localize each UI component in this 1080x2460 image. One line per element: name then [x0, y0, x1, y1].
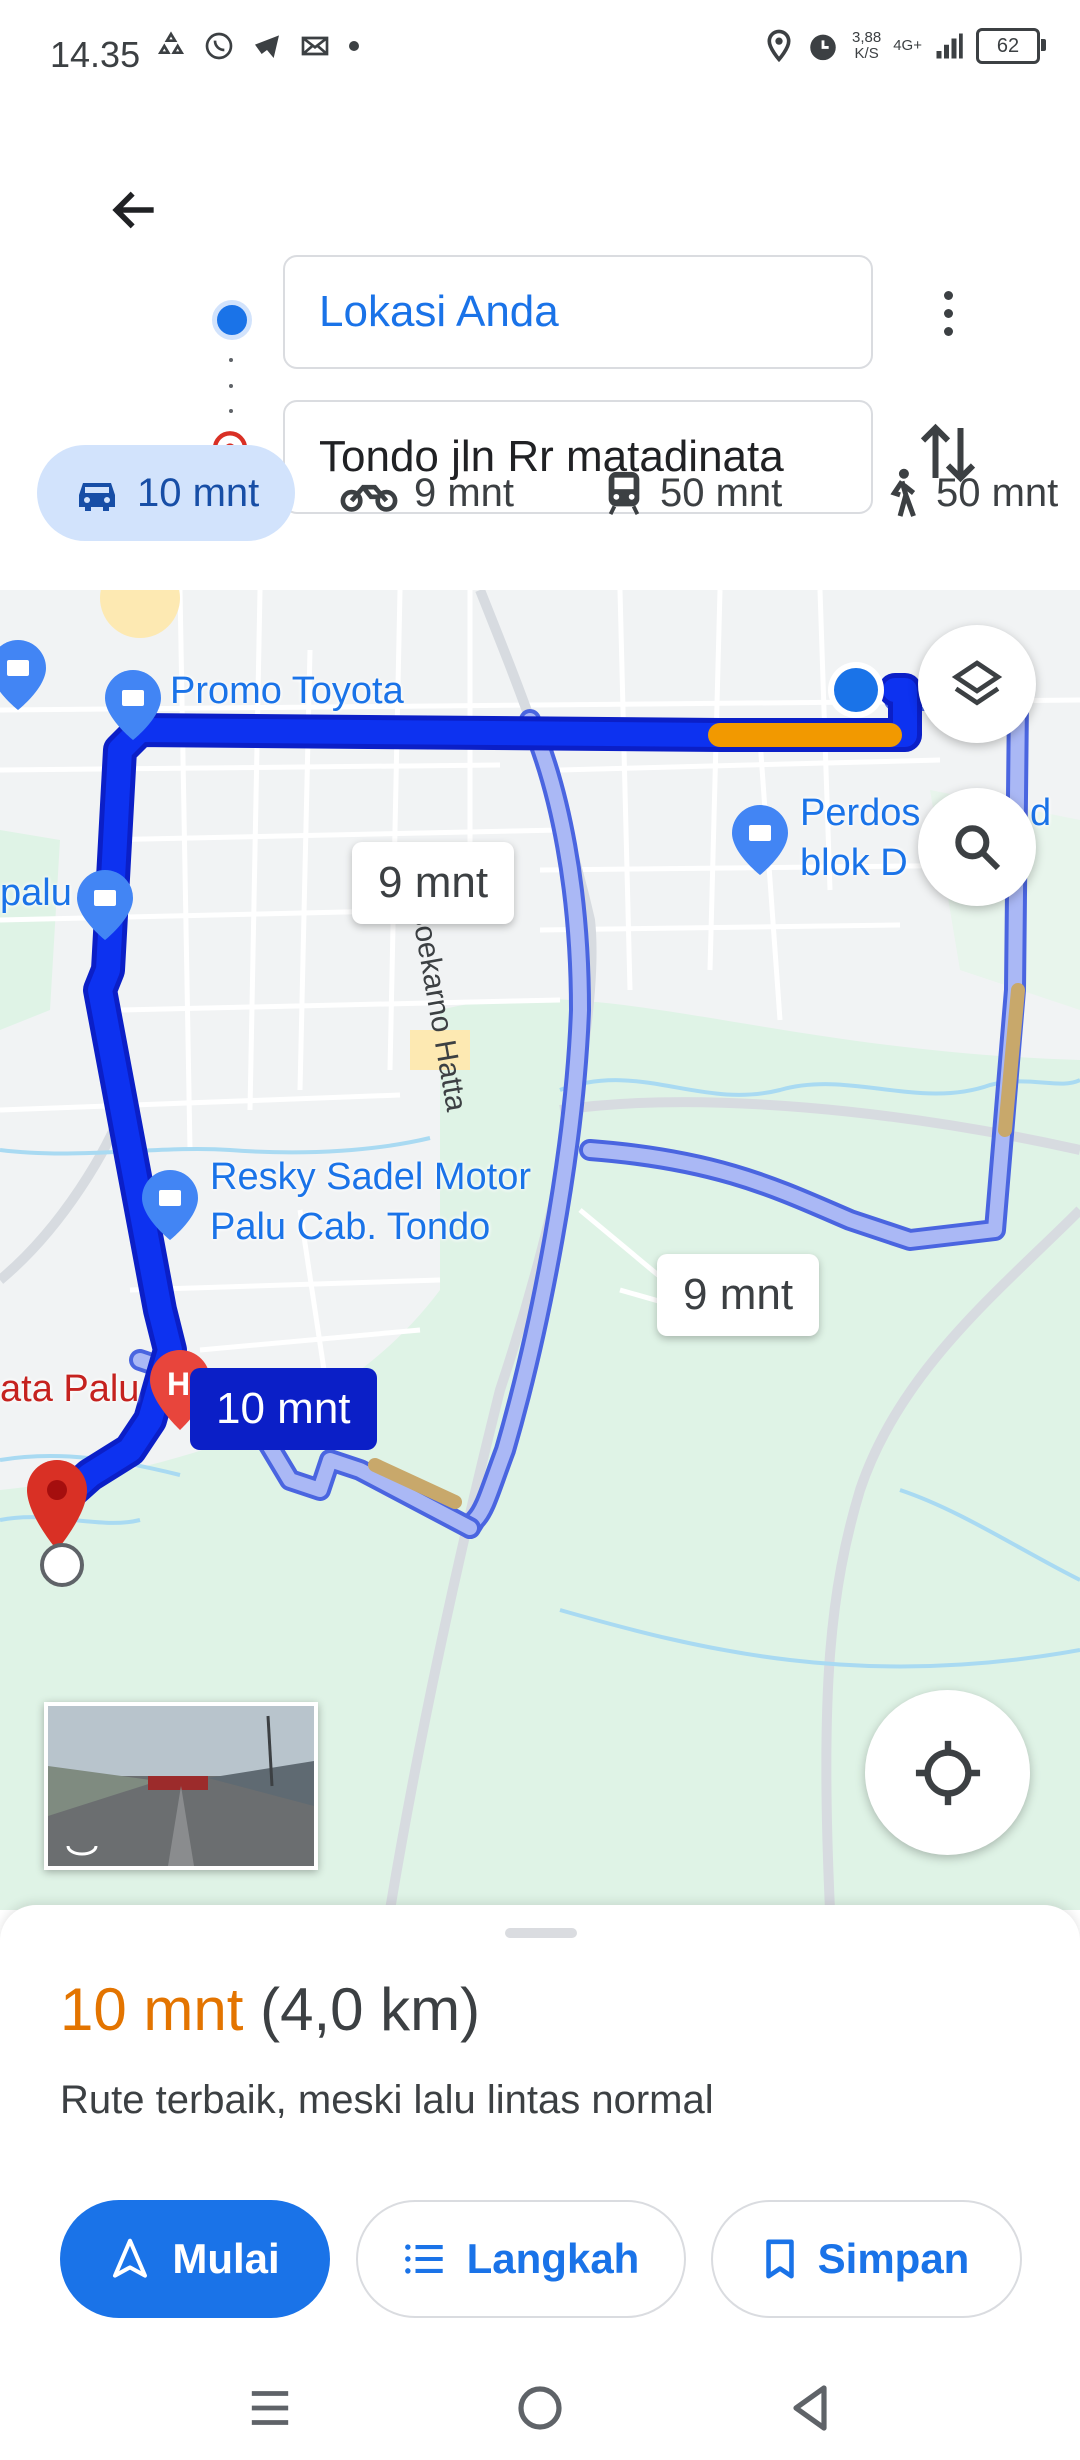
network-type: 4G+	[893, 37, 922, 54]
nav-menu-button[interactable]	[240, 2378, 300, 2438]
speed-unit: K/S	[854, 45, 879, 62]
start-label: Mulai	[172, 2235, 280, 2282]
mail-icon	[301, 36, 329, 56]
mode-tab-motorcycle[interactable]: 9 mnt	[340, 445, 514, 541]
transit-icon	[608, 471, 640, 515]
telegram-icon	[255, 35, 279, 58]
route-bubble-alt-1[interactable]: 9 mnt	[352, 842, 515, 924]
mode-label: 50 mnt	[660, 470, 783, 515]
route-dots-icon	[229, 358, 233, 413]
bookmark-icon	[765, 2239, 794, 2279]
map-view[interactable]: H Promo Toyota palu Perdos d blok D Resk…	[0, 590, 1080, 1910]
speed-value: 3,88	[852, 29, 882, 46]
more-options-button[interactable]	[930, 278, 966, 348]
mode-label: 50 mnt	[936, 470, 1059, 515]
recycle-icon	[157, 31, 185, 54]
signal-icon	[936, 33, 963, 59]
route-duration: 10 mnt	[60, 1976, 244, 2043]
mode-label: 9 mnt	[414, 470, 515, 515]
save-label: Simpan	[817, 2235, 970, 2282]
nav-home-button[interactable]	[510, 2378, 570, 2438]
steps-button[interactable]: Langkah	[356, 2200, 686, 2318]
search-icon	[955, 825, 1001, 871]
motorcycle-icon	[340, 484, 398, 512]
walk-icon	[890, 468, 916, 517]
alarm-icon	[810, 34, 836, 61]
home-circle-icon	[518, 2386, 562, 2430]
system-navigation-bar	[0, 2350, 1080, 2460]
route-summary: 10 mnt (4,0 km)	[60, 1975, 480, 2044]
route-distance: (4,0 km)	[260, 1976, 481, 2043]
poi-label-perdos[interactable]: Perdos	[800, 792, 920, 835]
back-button[interactable]	[100, 175, 170, 245]
my-location-button[interactable]	[865, 1690, 1030, 1855]
steps-label: Langkah	[466, 2235, 640, 2282]
status-bar: 14.35 3,88 K/S 4G+ 62	[0, 0, 1080, 110]
origin-field[interactable]: Lokasi Anda	[283, 255, 873, 369]
system-icons: 3,88 K/S 4G+ 62	[764, 28, 1046, 64]
menu-icon	[251, 2391, 289, 2425]
route-bubble-alt-2[interactable]: 9 mnt	[657, 1254, 820, 1336]
location-icon	[767, 29, 791, 63]
mode-tab-transit[interactable]: 50 mnt	[604, 445, 782, 541]
notification-icons	[155, 30, 361, 62]
crosshair-icon	[915, 1740, 980, 1805]
street-view-thumbnail[interactable]	[44, 1702, 318, 1870]
mode-label: 10 mnt	[137, 470, 260, 515]
dot-icon	[349, 41, 359, 51]
arrow-back-icon	[112, 191, 154, 229]
poi-label-palu[interactable]: palu	[0, 872, 72, 915]
status-time: 14.35	[50, 34, 141, 75]
directions-header: Lokasi Anda Tondo jln Rr matadinata 10 m…	[0, 110, 1080, 590]
origin-dot-icon	[212, 300, 252, 340]
route-bubble-selected[interactable]: 10 mnt	[190, 1368, 377, 1450]
poi-label-blok-d[interactable]: blok D	[800, 842, 908, 885]
route-description: Rute terbaik, meski lalu lintas normal	[60, 2078, 714, 2122]
mode-tab-car[interactable]: 10 mnt	[37, 445, 296, 541]
list-icon	[404, 2244, 443, 2274]
back-triangle-icon	[793, 2385, 827, 2431]
network-speed: 3,88 K/S	[852, 30, 881, 62]
navigation-arrow-icon	[113, 2238, 148, 2278]
battery-indicator: 62	[976, 28, 1046, 64]
svg-text:H: H	[167, 1366, 190, 1402]
nav-back-button[interactable]	[780, 2378, 840, 2438]
layers-icon	[951, 660, 1003, 706]
poi-label-promo-toyota[interactable]: Promo Toyota	[170, 670, 404, 713]
whatsapp-icon	[205, 32, 233, 60]
mode-tab-walk[interactable]: 50 mnt	[884, 445, 1058, 541]
poi-label-resky-sadel-2[interactable]: Palu Cab. Tondo	[210, 1206, 490, 1249]
poi-label-resky-sadel[interactable]: Resky Sadel Motor	[210, 1156, 531, 1199]
layers-button[interactable]	[918, 625, 1036, 743]
travel-mode-tabs: 10 mnt 9 mnt 50 mnt 50 mnt	[0, 445, 1080, 555]
car-icon	[79, 483, 115, 511]
start-button[interactable]: Mulai	[60, 2200, 330, 2318]
sheet-drag-handle[interactable]	[505, 1928, 577, 1938]
save-button[interactable]: Simpan	[711, 2200, 1022, 2318]
poi-label-hospital[interactable]: ata Palu	[0, 1368, 139, 1411]
search-along-route-button[interactable]	[918, 788, 1036, 906]
